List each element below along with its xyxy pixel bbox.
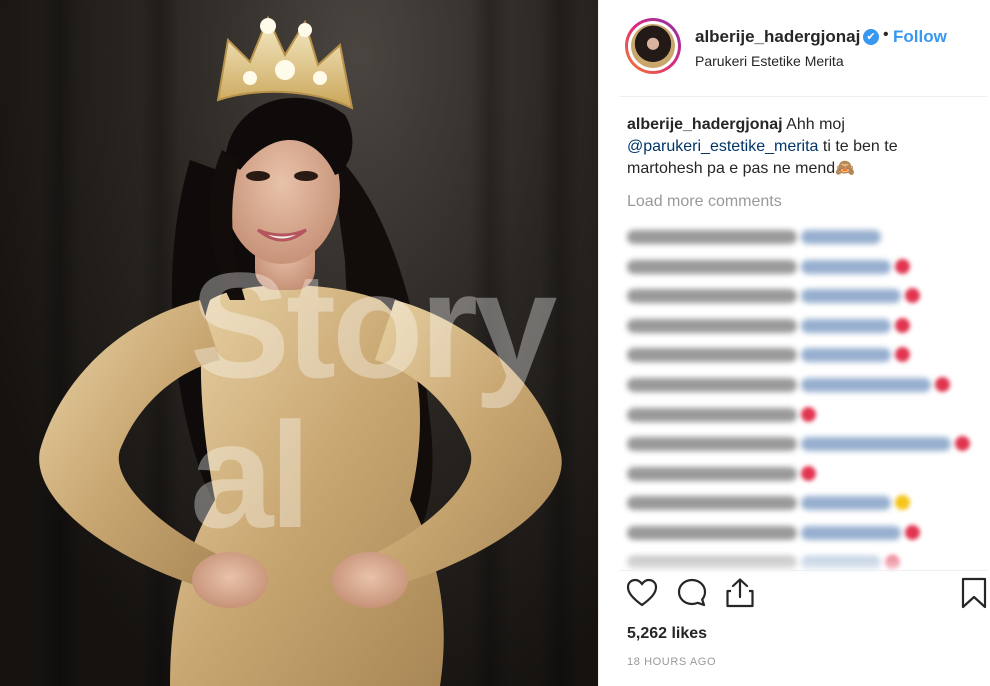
divider <box>619 570 987 571</box>
heart-icon <box>955 436 970 452</box>
heart-icon <box>935 376 950 392</box>
comment-row <box>627 461 987 491</box>
eye <box>246 171 270 181</box>
heart-icon <box>905 524 920 540</box>
follow-button[interactable]: Follow <box>893 27 947 47</box>
heart-icon <box>895 347 910 363</box>
comment-username-blurred <box>627 289 797 304</box>
load-more-comments-button[interactable]: Load more comments <box>627 193 782 211</box>
comment-mention-blurred <box>801 525 901 540</box>
post-timestamp[interactable]: 18 HOURS AGO <box>627 656 716 668</box>
comment-username-blurred <box>627 525 797 540</box>
comment-row <box>627 490 987 520</box>
comment-username-blurred <box>627 437 797 452</box>
action-bar <box>599 576 990 616</box>
heart-icon <box>801 465 816 481</box>
comment-row <box>627 313 987 343</box>
comment-username-blurred <box>627 466 797 481</box>
divider <box>619 96 987 97</box>
comment-username-blurred <box>627 407 797 422</box>
comment-row <box>627 372 987 402</box>
comment-mention-blurred <box>801 377 931 392</box>
heart-icon <box>905 288 920 304</box>
save-bookmark-icon[interactable] <box>957 576 990 610</box>
right-hand <box>332 552 408 608</box>
comment-username-blurred <box>627 377 797 392</box>
comment-mention-blurred <box>801 437 951 452</box>
comment-row <box>627 342 987 372</box>
comment-bubble-icon[interactable] <box>675 576 709 610</box>
post-sidebar: alberije_hadergjonaj ✔ • Follow Parukeri… <box>598 0 990 686</box>
comment-username-blurred <box>627 259 797 274</box>
caption-mention-link[interactable]: @parukeri_estetike_merita <box>627 138 818 155</box>
comment-username-blurred <box>627 318 797 333</box>
heart-icon <box>895 317 910 333</box>
post-photo[interactable]: Story al <box>0 0 598 686</box>
comment-list <box>627 224 987 579</box>
comment-row <box>627 431 987 461</box>
comment-fade <box>599 540 990 580</box>
comment-mention-blurred <box>801 230 881 244</box>
like-heart-icon[interactable] <box>625 576 659 610</box>
caption-text: Ahh moj <box>782 116 845 133</box>
comment-username-blurred <box>627 496 797 511</box>
heart-icon <box>801 406 816 422</box>
verified-badge-icon: ✔ <box>863 29 879 45</box>
avatar[interactable] <box>625 18 681 74</box>
profile-picture <box>631 24 675 68</box>
comment-mention-blurred <box>801 348 891 363</box>
eye <box>294 171 318 181</box>
share-icon[interactable] <box>723 576 757 610</box>
post-caption: alberije_hadergjonaj Ahh moj @parukeri_e… <box>627 114 967 180</box>
author-username[interactable]: alberije_hadergjonaj <box>695 27 860 47</box>
post-header: alberije_hadergjonaj ✔ • Follow Parukeri… <box>599 0 990 96</box>
separator-dot: • <box>883 26 889 43</box>
comment-row <box>627 254 987 284</box>
double-heart-icon <box>895 258 910 274</box>
comment-username-blurred <box>627 230 797 244</box>
likes-count[interactable]: 5,262 likes <box>627 625 707 643</box>
comment-row <box>627 283 987 313</box>
comment-mention-blurred <box>801 318 891 333</box>
comment-mention-blurred <box>801 259 891 274</box>
comment-mention-blurred <box>801 496 891 511</box>
watermark-text: Story al <box>190 241 557 559</box>
location-link[interactable]: Parukeri Estetike Merita <box>695 53 844 69</box>
comment-row <box>627 224 987 254</box>
comment-username-blurred <box>627 348 797 363</box>
caption-username[interactable]: alberije_hadergjonaj <box>627 116 783 133</box>
smile-icon <box>895 495 910 511</box>
left-hand <box>192 552 268 608</box>
comment-mention-blurred <box>801 289 901 304</box>
comment-row <box>627 402 987 432</box>
